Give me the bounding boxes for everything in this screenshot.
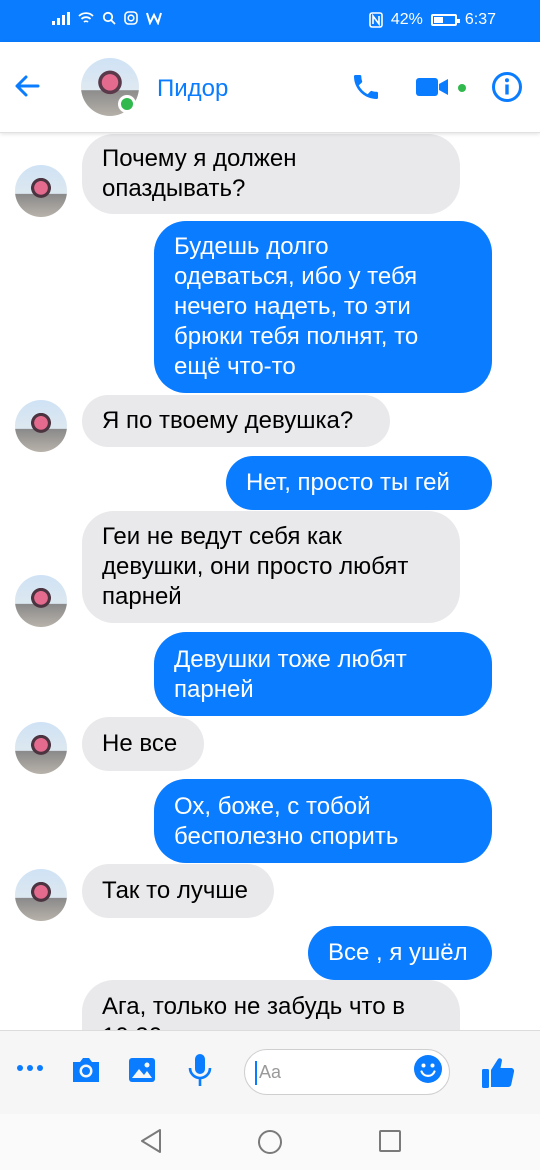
arrow-left-icon[interactable] — [14, 73, 40, 99]
message-line: Будешь долго — [174, 233, 329, 260]
more-dots-icon[interactable] — [16, 1061, 44, 1075]
nav-recents-icon[interactable] — [378, 1129, 402, 1153]
message-bubble-outgoing[interactable]: Девушки тоже любят парней — [154, 632, 492, 716]
message-line: Ага, только не забудь что в — [102, 993, 405, 1020]
message-line: брюки тебя полнят, то — [174, 323, 419, 350]
message-line: бесполезно спорить — [174, 823, 399, 850]
message-bubble-outgoing[interactable]: Нет, просто ты гей — [226, 456, 492, 510]
contact-name[interactable]: Пидор — [157, 75, 228, 103]
message-bubble-incoming[interactable]: Я по твоему девушка? — [82, 395, 390, 447]
message-bubble-outgoing[interactable]: Все , я ушёл — [308, 926, 492, 980]
signal-icon — [52, 11, 70, 25]
battery-percent: 42% — [390, 11, 423, 28]
nfc-icon — [369, 12, 383, 28]
message-line: Все , я ушёл — [328, 939, 468, 966]
message-line: 10:30 — [102, 1022, 440, 1030]
clock: 6:37 — [464, 11, 496, 28]
message-input-placeholder: Aa — [259, 1062, 282, 1082]
status-bar: 42% 6:37 — [0, 0, 540, 42]
composer-bar: Aa — [0, 1030, 540, 1115]
message-line: ещё что-то — [174, 353, 296, 380]
image-icon[interactable] — [128, 1056, 156, 1084]
message-line: одеваться, ибо у тебя — [174, 263, 418, 290]
message-line: парней — [174, 676, 254, 703]
phone-icon[interactable] — [350, 71, 382, 103]
message-bubble-incoming[interactable]: Почему я должен опаздывать? — [82, 134, 460, 214]
conversation-header: Пидор — [0, 42, 540, 133]
camera-icon[interactable] — [70, 1056, 102, 1084]
message-line: Не все — [102, 730, 178, 757]
status-right: 42% 6:37 — [369, 11, 496, 29]
message-bubble-outgoing[interactable]: Ох, боже, с тобой бесполезно спорить — [154, 779, 492, 863]
info-icon[interactable] — [491, 71, 523, 103]
message-line: Нет, просто ты гей — [246, 469, 450, 496]
status-left — [52, 11, 162, 25]
message-bubble-incoming[interactable]: Не все — [82, 717, 204, 771]
microphone-icon[interactable] — [187, 1053, 213, 1087]
message-line: девушки, они просто любят — [102, 553, 409, 580]
incoming-avatar — [15, 575, 67, 627]
incoming-avatar — [15, 722, 67, 774]
video-online-dot — [458, 84, 466, 92]
nav-back-icon[interactable] — [139, 1127, 163, 1155]
smiley-icon[interactable] — [413, 1054, 443, 1084]
thumbs-up-icon[interactable] — [481, 1056, 515, 1090]
incoming-avatar — [15, 165, 67, 217]
message-bubble-outgoing[interactable]: Будешь долго одеваться, ибо у тебя нечег… — [154, 221, 492, 393]
battery-icon — [430, 14, 460, 26]
system-navigation-bar — [0, 1114, 540, 1170]
incoming-avatar — [15, 869, 67, 921]
message-thread[interactable]: Почему я должен опаздывать? Будешь долго… — [0, 132, 540, 1030]
message-bubble-incoming[interactable]: Геи не ведут себя как девушки, они прост… — [82, 511, 460, 623]
wifi-icon — [78, 12, 94, 23]
w-app-icon — [146, 12, 162, 25]
nav-home-icon[interactable] — [257, 1129, 283, 1155]
message-line: Почему я должен — [102, 145, 297, 172]
message-line: Ох, боже, с тобой — [174, 793, 371, 820]
video-camera-icon[interactable] — [415, 76, 449, 98]
message-line: нечего надеть, то эти — [174, 293, 411, 320]
message-line: Я по твоему девушка? — [102, 407, 354, 434]
message-line: Так то лучше — [102, 877, 248, 904]
message-line: Геи не ведут себя как — [102, 523, 342, 550]
instagram-icon — [124, 11, 138, 25]
search-icon — [102, 11, 116, 25]
online-status-dot — [118, 95, 136, 113]
message-line: опаздывать? — [102, 175, 246, 202]
message-line: парней — [102, 583, 182, 610]
message-line: Девушки тоже любят — [174, 646, 407, 673]
message-bubble-incoming[interactable]: Ага, только не забудь что в 10:30 — [82, 980, 460, 1030]
incoming-avatar — [15, 400, 67, 452]
message-bubble-incoming[interactable]: Так то лучше — [82, 864, 274, 918]
text-cursor — [255, 1061, 257, 1085]
